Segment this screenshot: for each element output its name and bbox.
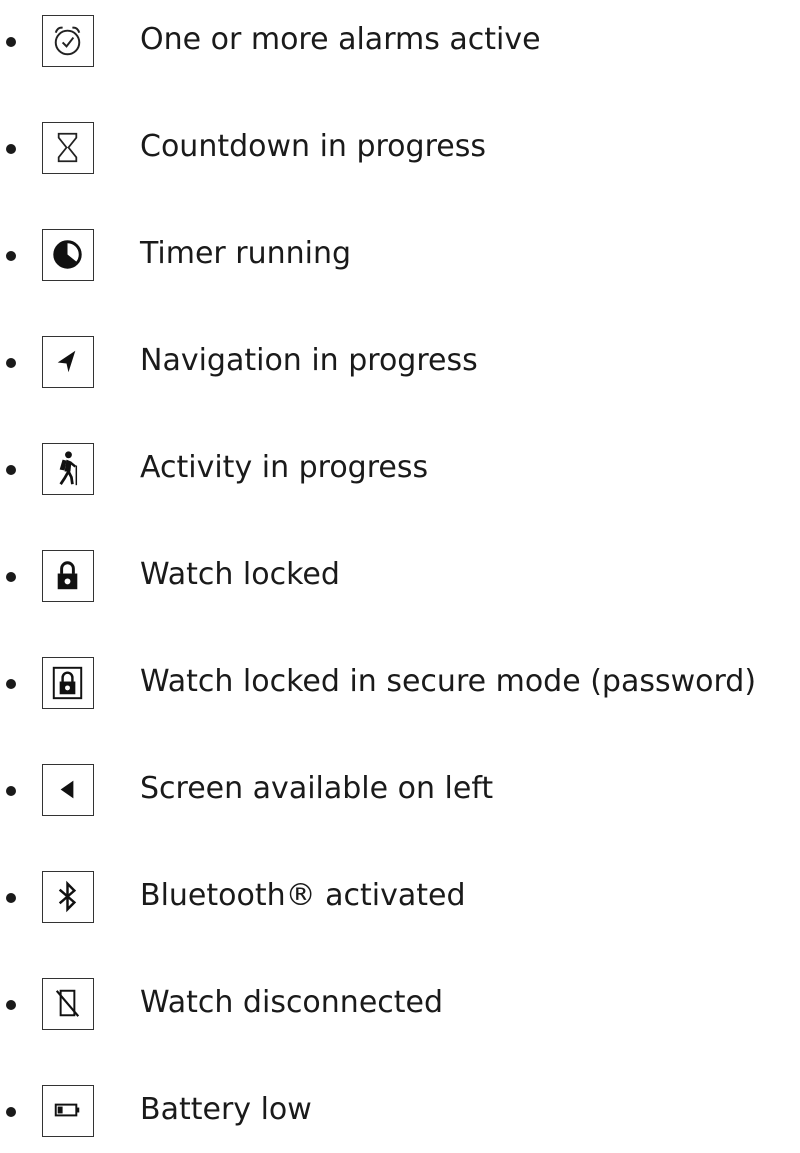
list-item: One or more alarms active (0, 12, 800, 68)
list-item: Battery low (0, 1082, 800, 1138)
phone-disconnected-icon (42, 978, 94, 1030)
item-label: Countdown in progress (140, 129, 486, 164)
battery-low-icon (42, 1085, 94, 1137)
bullet (6, 679, 16, 689)
list-item: Countdown in progress (0, 119, 800, 175)
timer-icon (42, 229, 94, 281)
list-item: Watch locked in secure mode (password) (0, 654, 800, 710)
list-item: Activity in progress (0, 440, 800, 496)
secure-lock-icon (42, 657, 94, 709)
bullet (6, 1000, 16, 1010)
item-label: Activity in progress (140, 450, 429, 485)
bullet (6, 144, 16, 154)
list-item: Screen available on left (0, 761, 800, 817)
bullet (6, 572, 16, 582)
bullet (6, 358, 16, 368)
list-item: Bluetooth® activated (0, 868, 800, 924)
bullet (6, 465, 16, 475)
item-label: Bluetooth® activated (140, 878, 466, 913)
bullet (6, 37, 16, 47)
item-label: Timer running (140, 236, 352, 271)
list-item: Navigation in progress (0, 333, 800, 389)
hourglass-icon (42, 122, 94, 174)
navigation-arrow-icon (42, 336, 94, 388)
item-label: Navigation in progress (140, 343, 478, 378)
left-arrow-icon (42, 764, 94, 816)
item-label: Watch locked (140, 557, 340, 592)
item-label: Screen available on left (140, 771, 494, 806)
item-label: Watch locked in secure mode (password) (140, 664, 757, 699)
list-item: Watch locked (0, 547, 800, 603)
item-label: Watch disconnected (140, 985, 444, 1020)
bullet (6, 893, 16, 903)
item-label: Battery low (140, 1092, 312, 1127)
alarm-clock-icon (42, 15, 94, 67)
item-label: One or more alarms active (140, 22, 541, 57)
bluetooth-icon (42, 871, 94, 923)
bullet (6, 786, 16, 796)
bullet (6, 1107, 16, 1117)
bullet (6, 251, 16, 261)
list-item: Timer running (0, 226, 800, 282)
lock-icon (42, 550, 94, 602)
hiker-icon (42, 443, 94, 495)
list-item: Watch disconnected (0, 975, 800, 1031)
